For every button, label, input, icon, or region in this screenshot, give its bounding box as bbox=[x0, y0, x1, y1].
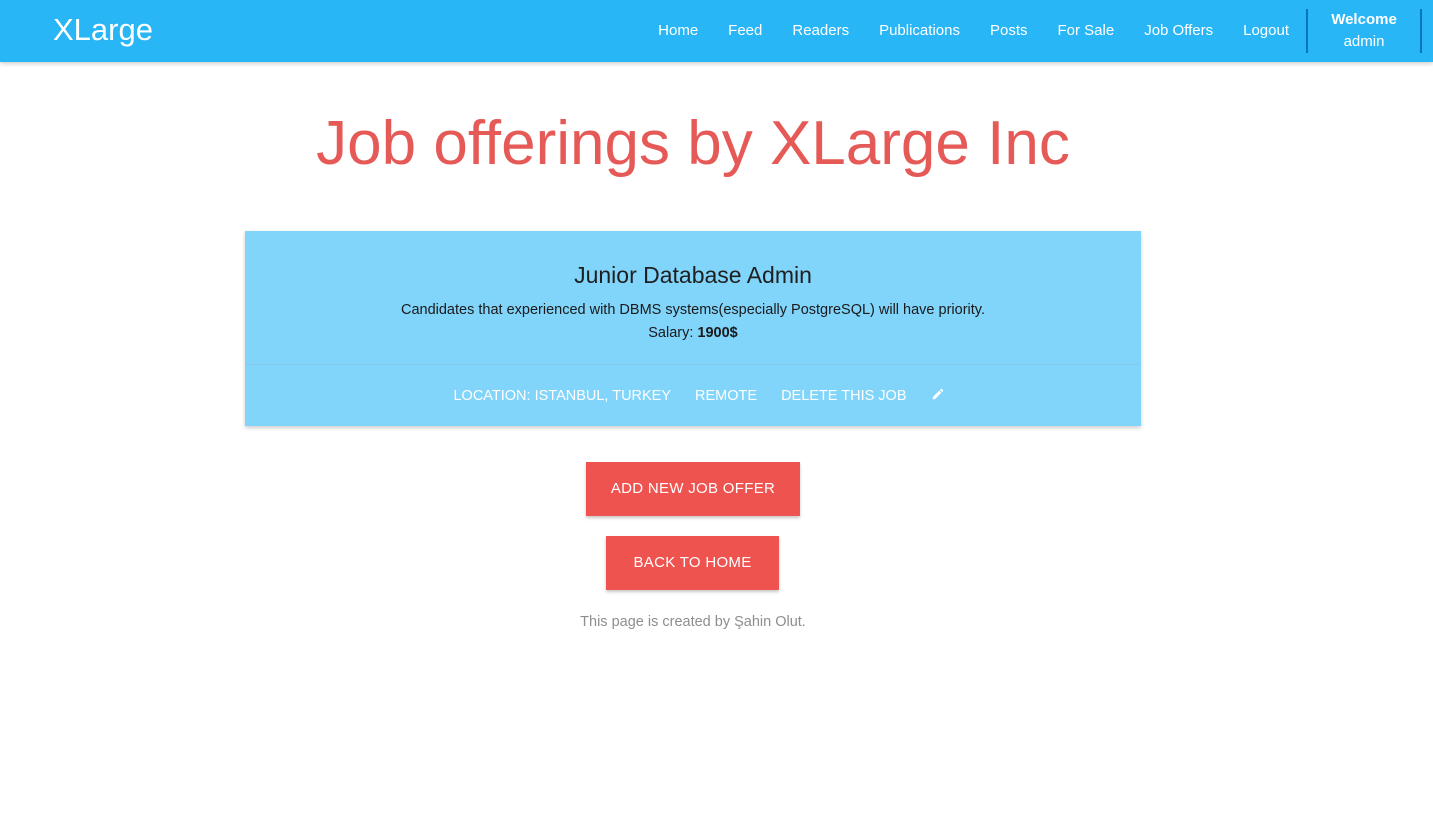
brand-logo[interactable]: XLarge bbox=[53, 11, 153, 49]
top-navbar: XLarge Home Feed Readers Publications Po… bbox=[0, 0, 1433, 62]
welcome-label: Welcome bbox=[1331, 11, 1397, 28]
nav-item-logout[interactable]: Logout bbox=[1228, 0, 1304, 62]
username-label: admin bbox=[1343, 33, 1385, 50]
nav-item-job-offers[interactable]: Job Offers bbox=[1129, 0, 1228, 62]
salary-label: Salary: bbox=[648, 325, 694, 341]
job-card-actions: Location: Istanbul, Turkey Remote Delete… bbox=[245, 365, 1141, 426]
welcome-box: Welcome admin bbox=[1306, 9, 1422, 53]
nav-item-posts[interactable]: Posts bbox=[975, 0, 1043, 62]
add-job-offer-button[interactable]: Add new job offer bbox=[586, 462, 800, 516]
salary-value: 1900$ bbox=[697, 325, 738, 341]
pencil-icon[interactable] bbox=[931, 387, 945, 401]
job-description: Candidates that experienced with DBMS sy… bbox=[400, 302, 985, 318]
footer-note: This page is created by Şahin Olut. bbox=[580, 614, 806, 630]
job-title: Junior Database Admin bbox=[574, 262, 812, 288]
delete-job-link[interactable]: Delete this job bbox=[781, 388, 906, 404]
nav-item-for-sale[interactable]: For Sale bbox=[1042, 0, 1129, 62]
page-title: Job offerings by XLarge Inc bbox=[316, 109, 1070, 178]
job-location-link[interactable]: Location: Istanbul, Turkey bbox=[453, 388, 671, 404]
nav-item-publications[interactable]: Publications bbox=[864, 0, 975, 62]
job-card-content: Junior Database Admin Candidates that ex… bbox=[245, 231, 1141, 365]
nav-item-readers[interactable]: Readers bbox=[777, 0, 864, 62]
nav-item-feed[interactable]: Feed bbox=[713, 0, 777, 62]
nav-item-home[interactable]: Home bbox=[643, 0, 713, 62]
back-to-home-button[interactable]: Back to home bbox=[606, 536, 779, 590]
job-card: Junior Database Admin Candidates that ex… bbox=[245, 231, 1141, 426]
job-remote-link[interactable]: Remote bbox=[695, 388, 757, 404]
nav-links: Home Feed Readers Publications Posts For… bbox=[643, 0, 1433, 62]
job-salary: Salary: 1900$ bbox=[245, 322, 1141, 345]
